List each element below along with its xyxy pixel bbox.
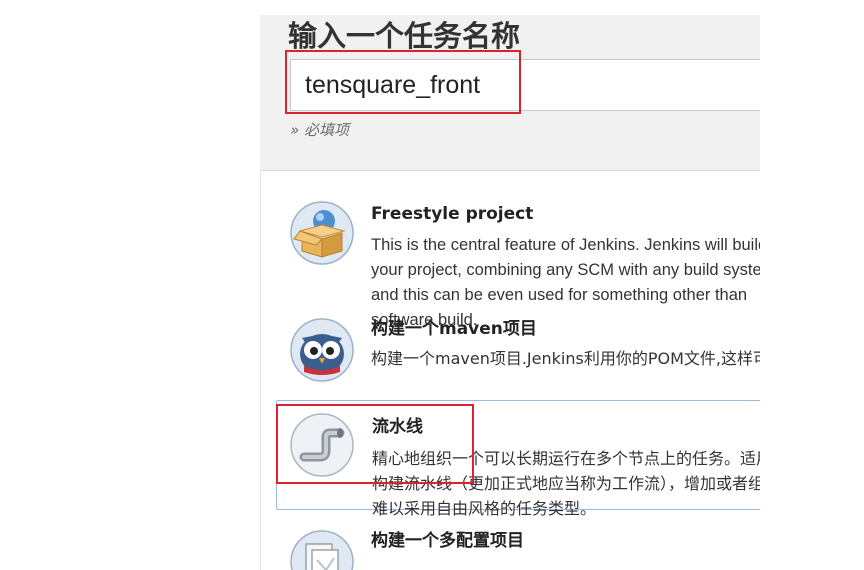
pipeline-icon — [290, 413, 354, 477]
item-description: 精心地组织一个可以长期运行在多个节点上的任务。适用于构建流水线（更加正式地应当称… — [372, 449, 760, 518]
item-type-maven[interactable]: 构建一个maven项目 构建一个maven项目.Jenkins利用你的POM文件… — [276, 310, 760, 390]
item-type-freestyle[interactable]: Freestyle project This is the central fe… — [276, 195, 760, 329]
freestyle-box-icon — [290, 201, 354, 265]
multi-config-icon — [290, 530, 354, 570]
item-description: 构建一个maven项目.Jenkins利用你的POM文件,这样可以大大减轻构建配… — [371, 349, 760, 368]
item-title: 构建一个maven项目 — [371, 319, 537, 339]
item-title: 构建一个多配置项目 — [371, 531, 524, 551]
required-note: » 必填项 — [290, 121, 350, 139]
maven-owl-icon — [290, 318, 354, 382]
item-name-section: 输入一个任务名称 » 必填项 — [260, 15, 760, 171]
item-title: Freestyle project — [371, 204, 534, 224]
new-item-panel: 输入一个任务名称 » 必填项 Freestyle project This is… — [260, 15, 760, 570]
item-type-multi-config[interactable]: 构建一个多配置项目 — [276, 520, 760, 570]
item-name-input[interactable] — [290, 59, 760, 111]
list-divider — [260, 170, 261, 570]
item-type-pipeline[interactable]: 流水线 精心地组织一个可以长期运行在多个节点上的任务。适用于构建流水线（更加正式… — [276, 400, 760, 518]
item-title: 流水线 — [372, 417, 423, 437]
page-heading: 输入一个任务名称 — [288, 19, 521, 53]
